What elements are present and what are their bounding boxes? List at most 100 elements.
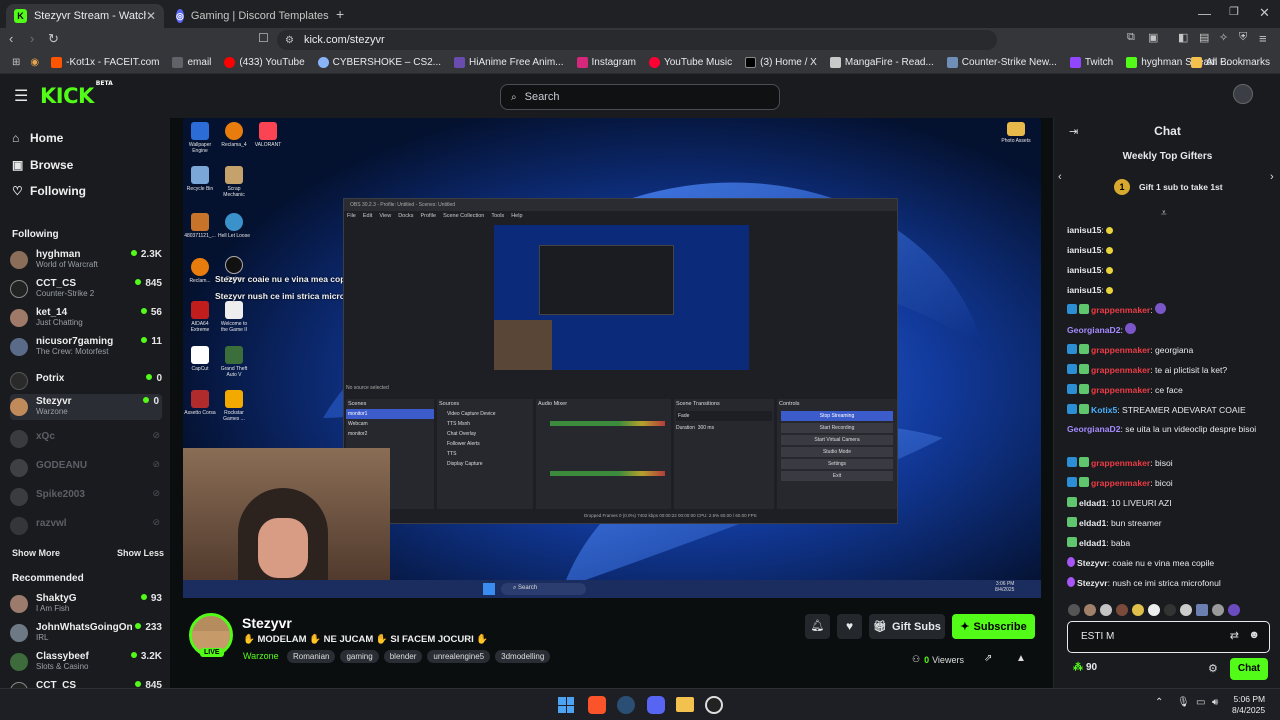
chat-username[interactable]: grappenmaker <box>1091 478 1150 488</box>
search-input[interactable]: ⌕ Search <box>500 84 780 110</box>
tag[interactable]: Romanian <box>287 650 336 663</box>
chat-username[interactable]: grappenmaker <box>1091 305 1150 315</box>
emote-icon[interactable] <box>1180 604 1192 616</box>
chat-username[interactable]: GeorgianaD2 <box>1067 424 1121 434</box>
subscribe-button[interactable]: ✦ Subscribe <box>952 614 1035 639</box>
vpn-icon[interactable]: ⛨ <box>1239 31 1247 44</box>
hamburger-menu-icon[interactable]: ☰ <box>14 86 28 106</box>
gift-subs-button[interactable]: 🎁︎ Gift Subs <box>869 614 945 639</box>
chevron-right-icon[interactable]: › <box>1270 171 1274 183</box>
chevron-left-icon[interactable]: ‹ <box>1058 171 1062 183</box>
gift-cta[interactable]: Gift 1 sub to take 1st <box>1139 182 1223 192</box>
chat-username[interactable]: grappenmaker <box>1091 365 1150 375</box>
file-explorer-taskbar-icon[interactable] <box>676 697 694 712</box>
sidebar-toggle-icon[interactable]: ◧ <box>1178 31 1188 44</box>
emote-icon[interactable] <box>1068 604 1080 616</box>
obs-taskbar-icon[interactable] <box>705 696 723 714</box>
bookmark-item[interactable]: YouTube Music <box>648 57 732 68</box>
translate-icon[interactable]: ⇄ <box>1230 629 1239 642</box>
chat-username[interactable]: eldad1 <box>1079 538 1106 548</box>
recommended-channel[interactable]: Classybeef Slots & Casino 3.2K <box>10 651 162 673</box>
reading-list-icon[interactable]: ▤ <box>1199 31 1209 44</box>
followed-channel-offline[interactable]: xQc ⊘ <box>10 428 162 450</box>
video-player[interactable]: Wallpaper Engine Reclama_4 VALORANT Recy… <box>183 118 1041 598</box>
stream-category[interactable]: Warzone <box>243 651 279 661</box>
bookmark-item[interactable]: MangaFire - Read... <box>829 57 934 68</box>
channel-points[interactable]: ⁂ 90 <box>1073 662 1097 673</box>
emote-icon[interactable] <box>1164 604 1176 616</box>
restore-icon[interactable]: ❐ <box>1229 5 1239 18</box>
emote-icon[interactable] <box>1132 604 1144 616</box>
chat-username[interactable]: eldad1 <box>1079 518 1106 528</box>
close-window-icon[interactable]: ✕ <box>1259 5 1270 21</box>
bookmark-item[interactable]: -Kot1x - FACEIT.com <box>51 57 159 68</box>
emote-icon[interactable] <box>1148 604 1160 616</box>
bookmark-item[interactable]: Instagram <box>576 57 636 68</box>
extensions-icon[interactable]: ⧉ <box>1127 31 1135 44</box>
volume-icon[interactable]: 🔊︎ <box>1212 697 1218 708</box>
wallet-icon[interactable]: ▣ <box>1148 31 1158 44</box>
discord-taskbar-icon[interactable] <box>647 696 665 714</box>
bookmark-item[interactable]: HiAnime Free Anim... <box>454 57 564 68</box>
followed-channel-offline[interactable]: razvwl ⊘ <box>10 515 162 537</box>
bookmark-circle-icon[interactable]: ◉ <box>30 57 39 68</box>
streamer-name[interactable]: Stezyvr <box>242 615 292 631</box>
tag[interactable]: unrealengine5 <box>427 650 491 663</box>
chat-username[interactable]: Stezyvr <box>1077 578 1108 588</box>
steam-taskbar-icon[interactable] <box>617 696 635 714</box>
bookmark-item[interactable]: Counter-Strike New... <box>946 57 1057 68</box>
followed-channel-offline[interactable]: Spike2003 ⊘ <box>10 486 162 508</box>
emote-icon[interactable] <box>1116 604 1128 616</box>
followed-channel[interactable]: hyghman World of Warcraft 2.3K <box>10 249 162 271</box>
recommended-channel[interactable]: CCT_CS 845 <box>10 680 162 688</box>
network-icon[interactable]: ▭ <box>1196 697 1205 708</box>
nav-following[interactable]: ♡ Following <box>12 184 86 198</box>
new-tab-icon[interactable]: + <box>336 6 344 22</box>
tag[interactable]: blender <box>383 650 423 663</box>
emote-icon[interactable] <box>1212 604 1224 616</box>
emote-icon[interactable] <box>1100 604 1112 616</box>
close-tab-icon[interactable]: ✕ <box>146 9 156 23</box>
bookmark-item[interactable]: (433) YouTube <box>224 57 305 68</box>
menu-icon[interactable]: ≡ <box>1259 31 1267 46</box>
followed-channel[interactable]: CCT_CS Counter-Strike 2 845 <box>10 278 162 300</box>
bookmark-item[interactable]: CYBERSHOKE – CS2... <box>317 57 441 68</box>
chat-input[interactable]: ESTI M ⇄ ☻ <box>1067 621 1270 653</box>
bookmark-item[interactable]: email <box>172 57 211 68</box>
nav-home[interactable]: ⌂ Home <box>12 131 63 145</box>
recommended-channel[interactable]: ShaktyG I Am Fish 93 <box>10 593 162 615</box>
tag[interactable]: 3dmodelling <box>495 650 551 663</box>
emote-icon[interactable] <box>1196 604 1208 616</box>
apps-icon[interactable]: ⊞ <box>12 57 20 68</box>
back-icon[interactable]: ‹ <box>9 31 13 46</box>
microphone-icon[interactable]: 🎙︎ <box>1177 697 1190 708</box>
share-icon[interactable]: ⇗ <box>984 653 992 664</box>
site-info-icon[interactable]: ⚙ <box>285 35 294 46</box>
notification-bell-button[interactable]: 🔔︎ <box>805 614 830 639</box>
chat-username[interactable]: ianisu15 <box>1067 265 1101 275</box>
browser-tab-active[interactable]: K Stezyvr Stream - Watch Live o ✕ <box>6 4 164 28</box>
chat-username[interactable]: Stezyvr <box>1077 558 1108 568</box>
chat-username[interactable]: grappenmaker <box>1091 458 1150 468</box>
address-bar[interactable]: ⚙ kick.com/stezyvr <box>277 30 997 50</box>
browser-tab[interactable]: ◎ Gaming | Discord Templates <box>168 4 329 28</box>
emoji-picker-icon[interactable]: ☻ <box>1248 629 1260 641</box>
followed-channel-offline[interactable]: GODEANU ⊘ <box>10 457 162 479</box>
bookmark-page-icon[interactable]: ☐ <box>258 31 269 45</box>
chat-username[interactable]: ianisu15 <box>1067 225 1101 235</box>
show-less-button[interactable]: Show Less <box>117 548 164 558</box>
chat-username[interactable]: grappenmaker <box>1091 345 1150 355</box>
chat-username[interactable]: eldad1 <box>1079 498 1106 508</box>
tray-chevron-icon[interactable]: ⌃ <box>1155 697 1163 708</box>
minimize-icon[interactable]: — <box>1198 6 1211 21</box>
chat-username[interactable]: GeorgianaD2 <box>1067 325 1121 335</box>
follow-button[interactable]: ♥ <box>837 614 862 639</box>
forward-icon[interactable]: › <box>30 31 34 46</box>
send-chat-button[interactable]: Chat <box>1230 658 1268 680</box>
chat-username[interactable]: ianisu15 <box>1067 285 1101 295</box>
obs-stop-streaming-button[interactable]: Stop Streaming <box>781 411 893 421</box>
system-clock[interactable]: 5:06 PM 8/4/2025 <box>1232 694 1265 716</box>
all-bookmarks[interactable]: All Bookmarks <box>1191 57 1270 68</box>
chat-username[interactable]: ianisu15 <box>1067 245 1101 255</box>
user-avatar[interactable] <box>1233 84 1253 104</box>
